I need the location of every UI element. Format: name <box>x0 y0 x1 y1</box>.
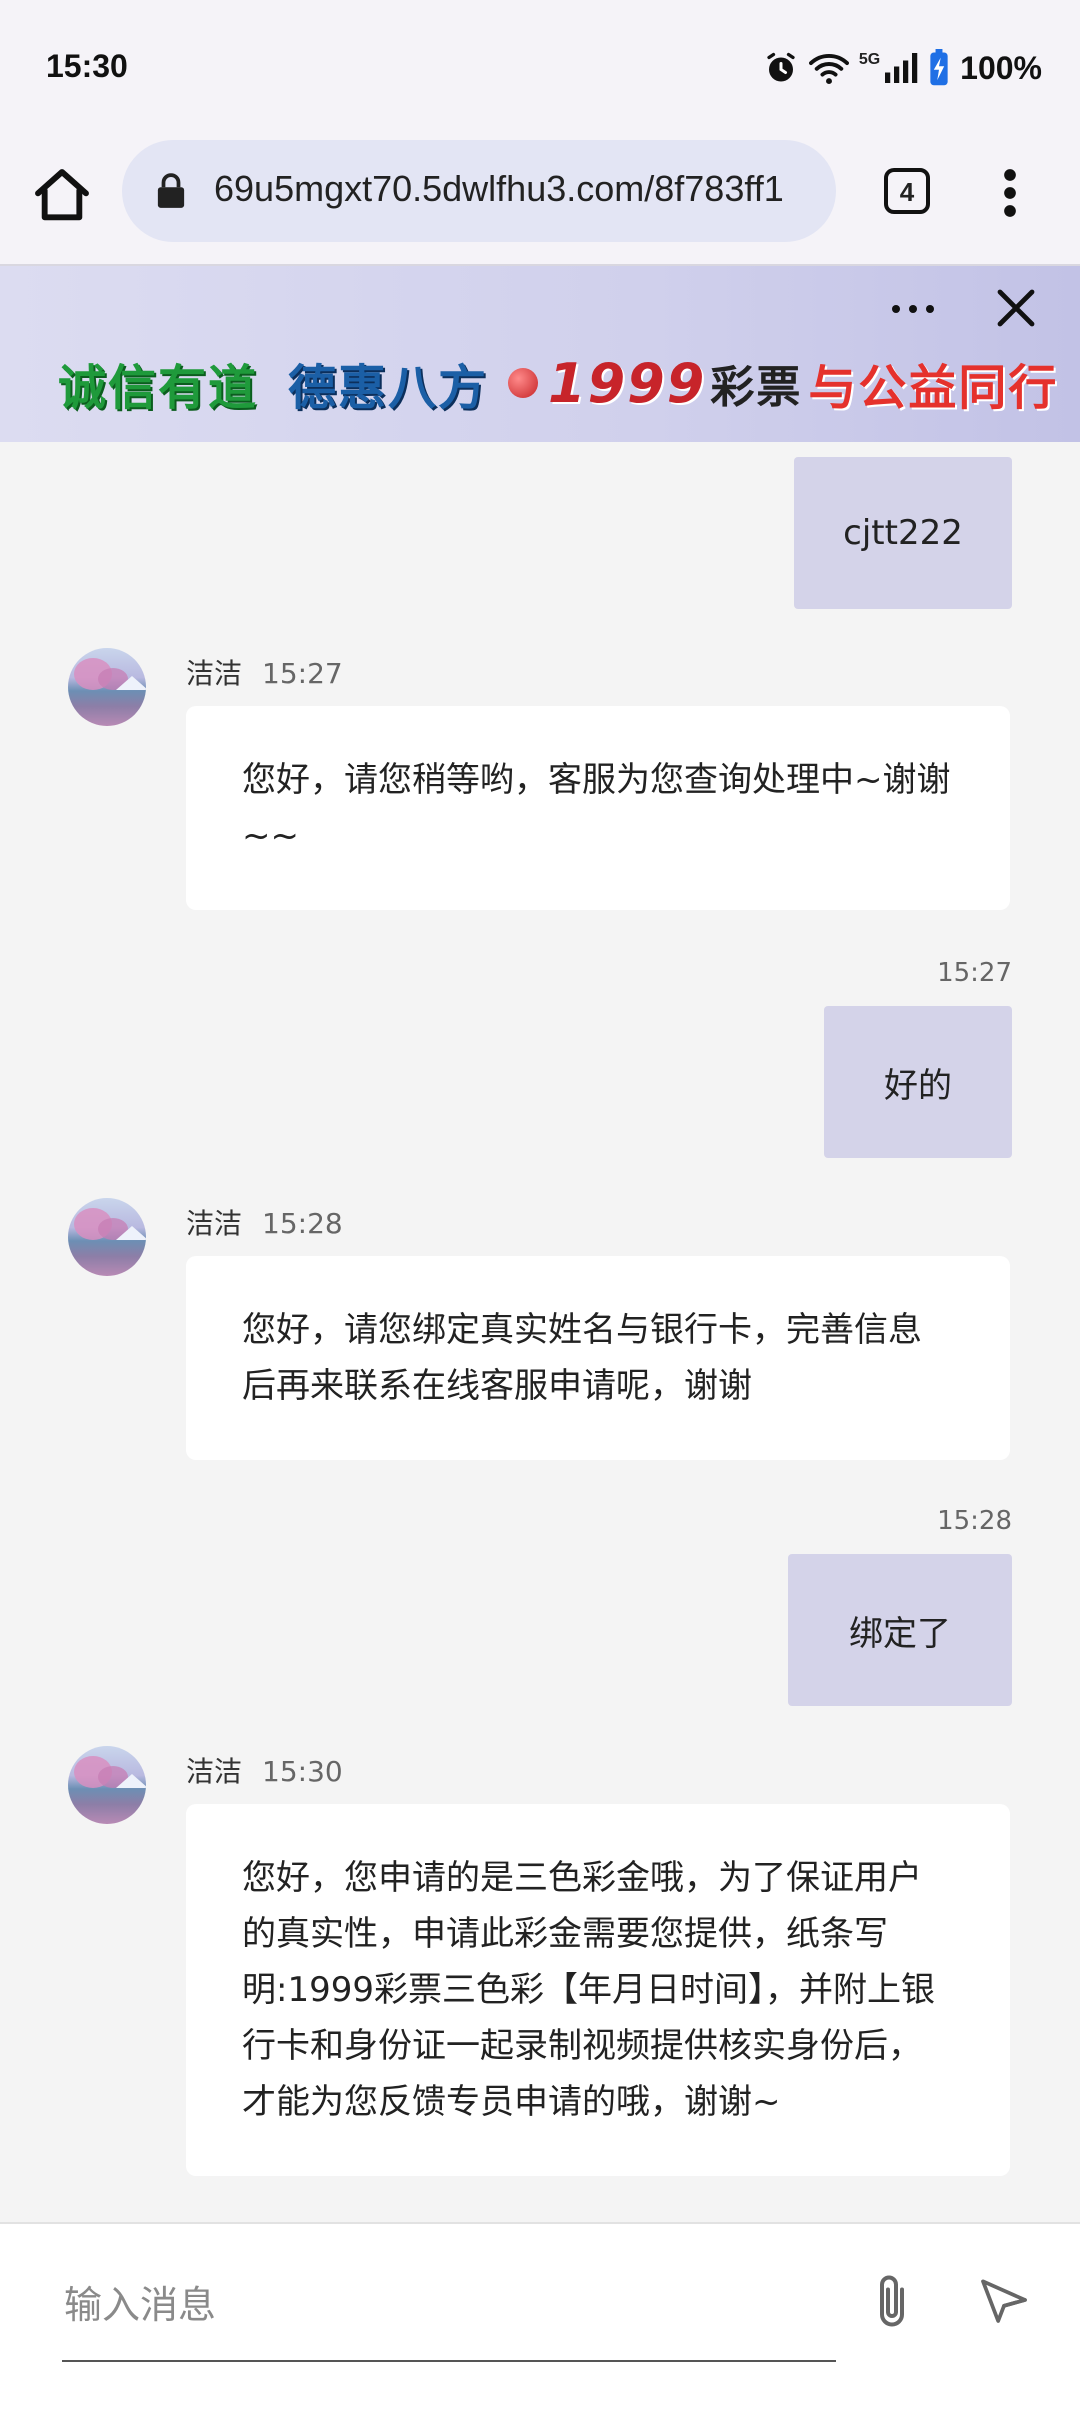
network-type: 5G <box>858 51 881 68</box>
incoming-message: 您好，您申请的是三色彩金哦，为了保证用户的真实性，申请此彩金需要您提供，纸条写明… <box>186 1804 1010 2176</box>
browser-toolbar: 69u5mgxt70.5dwlfhu3.com/8f783ff1 4 <box>0 140 1080 264</box>
lock-icon <box>157 173 185 208</box>
lottery-word: 彩票 <box>710 362 803 413</box>
message-text: cjtt222 <box>843 513 963 553</box>
ad-banner[interactable]: 诚信有道 德惠八方 1999 彩票 与公益同行 <box>0 266 1080 442</box>
home-icon[interactable] <box>30 164 94 228</box>
alarm-icon <box>767 52 795 82</box>
input-underline <box>62 2360 836 2362</box>
message-time: 15:27 <box>262 657 343 690</box>
outgoing-message: 好的 <box>824 1006 1012 1158</box>
chat-area[interactable]: cjtt222 洁洁 15:27 您好，请您稍等哟，客服为您查询处理中~谢谢~~ … <box>0 442 1080 2222</box>
avatar <box>68 1198 146 1276</box>
message-input[interactable] <box>62 2278 840 2332</box>
lottery-logo: 1999 彩票 <box>508 351 802 415</box>
sender-name: 洁洁 <box>186 1755 243 1788</box>
lottery-number: 1999 <box>548 351 707 415</box>
outgoing-message: cjtt222 <box>794 457 1012 609</box>
close-icon[interactable] <box>992 284 1040 332</box>
sender-name: 洁洁 <box>186 1207 243 1240</box>
tab-switcher-button[interactable]: 4 <box>884 168 930 214</box>
message-time: 15:30 <box>262 1755 343 1788</box>
battery-charging-icon <box>930 49 948 86</box>
message-header: 洁洁 15:28 <box>186 1202 343 1242</box>
message-header: 洁洁 15:30 <box>186 1750 343 1790</box>
more-vert-icon[interactable] <box>990 166 1030 220</box>
outgoing-message: 绑定了 <box>788 1554 1012 1706</box>
lottery-ball-icon <box>508 368 539 398</box>
banner-text-blue: 德惠八方 <box>288 360 489 416</box>
message-time: 15:27 <box>937 958 1012 988</box>
status-time: 15:30 <box>46 48 128 84</box>
incoming-message: 您好，请您稍等哟，客服为您查询处理中~谢谢~~ <box>186 706 1010 910</box>
banner-text-green: 诚信有道 <box>58 360 259 416</box>
status-bar: 15:30 5G 100% <box>0 0 1080 140</box>
more-horiz-icon[interactable] <box>890 302 936 316</box>
banner-slogan: 诚信有道 德惠八方 1999 彩票 与公益同行 <box>58 348 1058 418</box>
message-header: 洁洁 15:27 <box>186 652 343 692</box>
signal-icon <box>885 53 918 83</box>
address-bar[interactable]: 69u5mgxt70.5dwlfhu3.com/8f783ff1 <box>122 140 836 242</box>
sender-name: 洁洁 <box>186 657 243 690</box>
status-icons: 5G 100% <box>763 46 1042 90</box>
incoming-message: 您好，请您绑定真实姓名与银行卡，完善信息后再来联系在线客服申请呢，谢谢 <box>186 1256 1010 1460</box>
message-text: 您好，您申请的是三色彩金哦，为了保证用户的真实性，申请此彩金需要您提供，纸条写明… <box>242 1858 935 2122</box>
message-text: 绑定了 <box>849 1613 951 1654</box>
message-text: 您好，请您绑定真实姓名与银行卡，完善信息后再来联系在线客服申请呢，谢谢 <box>242 1310 922 1406</box>
message-time: 15:28 <box>937 1506 1012 1536</box>
attach-icon[interactable] <box>870 2272 914 2332</box>
message-text: 您好，请您稍等哟，客服为您查询处理中~谢谢~~ <box>242 760 951 856</box>
message-time: 15:28 <box>262 1207 343 1240</box>
avatar <box>68 1746 146 1824</box>
url-text: 69u5mgxt70.5dwlfhu3.com/8f783ff1 <box>214 168 784 209</box>
send-icon[interactable] <box>976 2272 1032 2328</box>
avatar <box>68 648 146 726</box>
banner-text-red: 与公益同行 <box>808 360 1059 416</box>
message-input-bar <box>0 2222 1080 2412</box>
battery-level: 100% <box>960 49 1042 86</box>
message-text: 好的 <box>884 1065 952 1106</box>
wifi-icon <box>808 53 849 85</box>
